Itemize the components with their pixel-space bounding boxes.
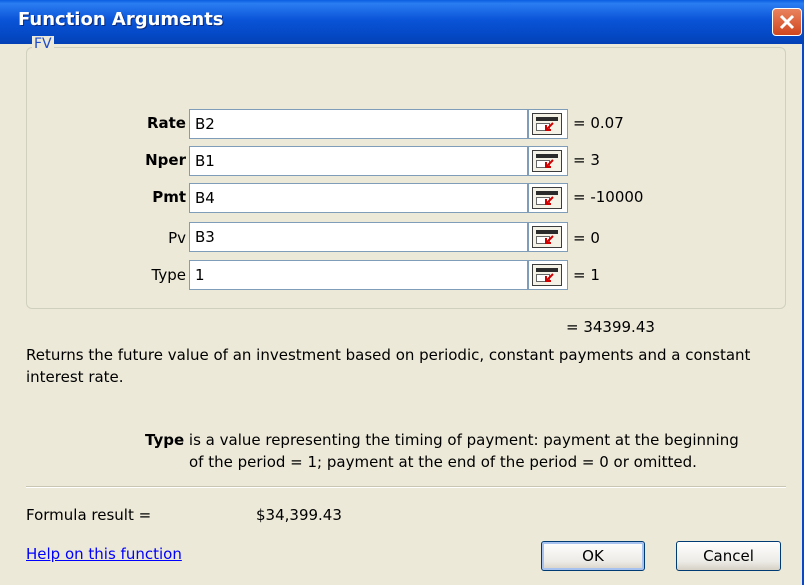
argument-help-name: Type <box>145 431 185 449</box>
pv-ref-button[interactable] <box>528 222 568 252</box>
pmt-label: Pmt <box>152 188 186 206</box>
pmt-value: = -10000 <box>573 188 644 206</box>
pv-label: Pv <box>168 229 186 247</box>
pv-input[interactable] <box>189 222 528 252</box>
title-bar[interactable]: Function Arguments <box>0 0 804 44</box>
argument-help-text: is a value representing the timing of pa… <box>184 431 739 449</box>
rate-value: = 0.07 <box>573 114 624 132</box>
collapse-dialog-icon <box>532 150 562 172</box>
result-preview: = 34399.43 <box>566 318 655 336</box>
argument-help-text-continued: of the period = 1; payment at the end of… <box>189 453 697 471</box>
argument-help: Type is a value representing the timing … <box>145 429 785 473</box>
rate-input[interactable] <box>189 109 528 139</box>
close-icon <box>779 14 795 30</box>
cancel-button[interactable]: Cancel <box>676 541 781 571</box>
collapse-dialog-icon <box>532 187 562 209</box>
type-ref-button[interactable] <box>528 260 568 290</box>
nper-input[interactable] <box>189 146 528 176</box>
collapse-dialog-icon <box>532 113 562 135</box>
type-value: = 1 <box>573 266 600 284</box>
close-button[interactable] <box>772 8 802 36</box>
type-input[interactable] <box>189 260 528 290</box>
help-link[interactable]: Help on this function <box>26 545 182 563</box>
pmt-input[interactable] <box>189 183 528 213</box>
nper-ref-button[interactable] <box>528 146 568 176</box>
nper-label: Nper <box>145 151 186 169</box>
collapse-dialog-icon <box>532 226 562 248</box>
type-label: Type <box>151 266 186 284</box>
dialog-title: Function Arguments <box>18 9 224 30</box>
formula-result-label: Formula result = <box>26 506 152 524</box>
function-arguments-dialog: Function Arguments FV Rate = 0.07 Nper =… <box>0 0 804 585</box>
rate-label: Rate <box>146 114 186 132</box>
pmt-ref-button[interactable] <box>528 183 568 213</box>
divider <box>26 486 786 488</box>
ok-button[interactable]: OK <box>541 541 645 571</box>
nper-value: = 3 <box>573 151 600 169</box>
collapse-dialog-icon <box>532 264 562 286</box>
function-description: Returns the future value of an investmen… <box>26 346 751 386</box>
function-name-label: FV <box>32 36 54 52</box>
rate-ref-button[interactable] <box>528 109 568 139</box>
pv-value: = 0 <box>573 229 600 247</box>
formula-result-value: $34,399.43 <box>256 506 342 524</box>
